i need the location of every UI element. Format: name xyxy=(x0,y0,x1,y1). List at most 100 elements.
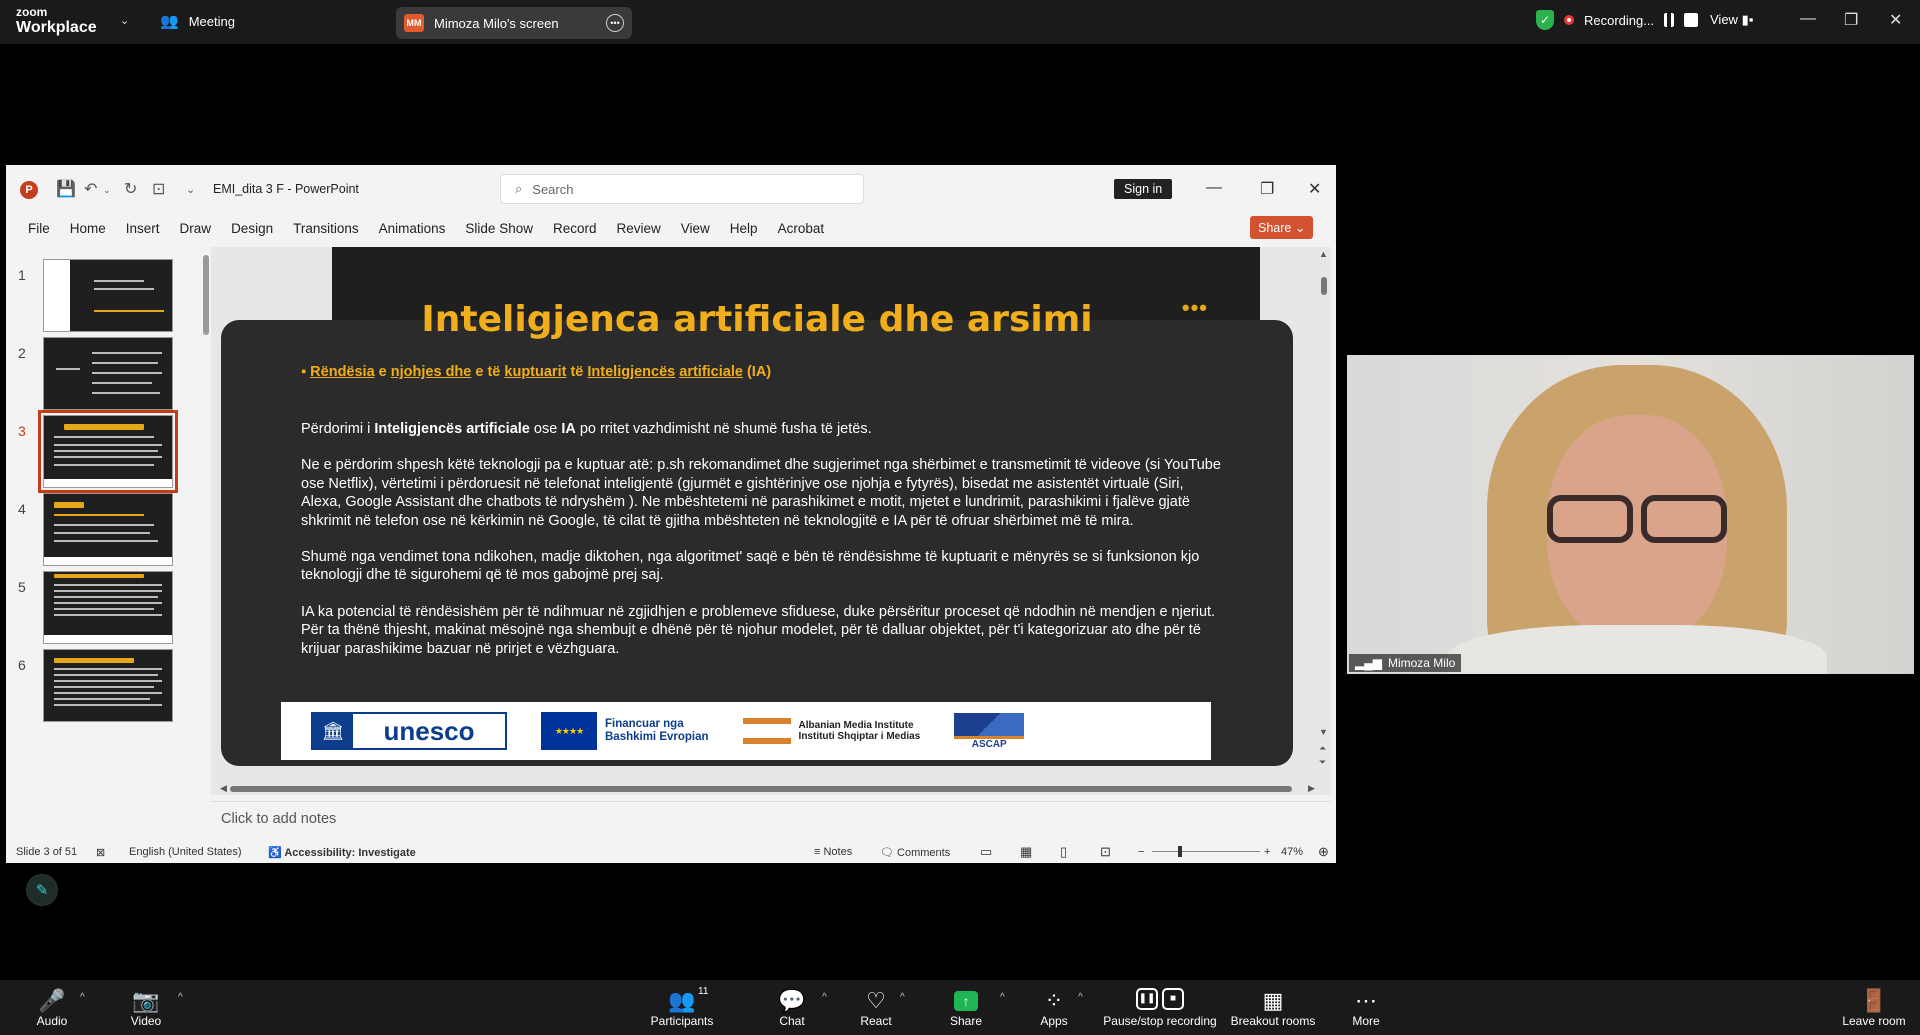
thumbnails-scrollbar[interactable] xyxy=(201,247,211,835)
thumbnail-slide-2[interactable]: 2 xyxy=(6,337,206,417)
thumbnail-line xyxy=(54,464,154,466)
scroll-down-icon[interactable]: ▼ xyxy=(1319,727,1328,737)
leave-room-button[interactable]: 🚪 Leave room xyxy=(1838,988,1910,1028)
chat-button[interactable]: 💬 Chat xyxy=(774,988,810,1028)
tab-animations[interactable]: Animations xyxy=(379,221,446,236)
shield-icon[interactable]: ✓ xyxy=(1536,10,1554,30)
share-caret-icon[interactable]: ^ xyxy=(1000,992,1005,1003)
accessibility-status[interactable]: ♿ Accessibility: Investigate xyxy=(268,846,416,859)
tab-view[interactable]: View xyxy=(681,221,710,236)
slide-editor[interactable]: ••• Inteligjenca artificiale dhe arsimi … xyxy=(211,247,1331,795)
shared-screen-pill[interactable]: MM Mimoza Milo's screen ••• xyxy=(396,7,632,39)
stop-recording-icon[interactable] xyxy=(1684,13,1699,27)
more-options-icon[interactable]: ••• xyxy=(606,14,624,32)
thumbnail-slide-1[interactable]: 1 xyxy=(6,259,206,339)
search-input[interactable]: ⌕ Search xyxy=(500,174,864,204)
save-icon[interactable]: 💾 xyxy=(56,179,76,199)
comments-button[interactable]: 🗨 Comments xyxy=(880,846,950,859)
slide-body-text[interactable]: Përdorimi i Inteligjencës artificiale os… xyxy=(301,420,1221,676)
tab-acrobat[interactable]: Acrobat xyxy=(778,221,825,236)
zoom-in-icon[interactable]: + xyxy=(1264,846,1270,858)
thumbnail-line xyxy=(54,686,154,688)
chevron-down-icon[interactable]: ⌄ xyxy=(120,14,129,27)
tab-insert[interactable]: Insert xyxy=(126,221,160,236)
slide-horizontal-scrollbar[interactable]: ◀ ▶ xyxy=(220,783,1316,795)
undo-dropdown-icon[interactable]: ⌄ xyxy=(103,185,111,196)
zoom-level[interactable]: 47% xyxy=(1281,846,1303,858)
previous-slide-icon[interactable]: ⏶ xyxy=(1319,743,1326,754)
share-screen-button[interactable]: ↑ Share xyxy=(948,988,984,1028)
tab-record[interactable]: Record xyxy=(553,221,597,236)
notes-button[interactable]: ≡ Notes xyxy=(814,846,852,858)
tab-slide-show[interactable]: Slide Show xyxy=(465,221,533,236)
slide-sorter-icon[interactable]: ▦ xyxy=(1020,844,1032,860)
ppt-close-icon[interactable]: ✕ xyxy=(1308,179,1321,199)
breakout-rooms-button[interactable]: ▦ Breakout rooms xyxy=(1230,988,1316,1028)
chat-caret-icon[interactable]: ^ xyxy=(822,992,827,1003)
bullet-word: e të xyxy=(471,364,505,380)
tab-draw[interactable]: Draw xyxy=(180,221,212,236)
participants-button[interactable]: 👥 11 Participants xyxy=(646,986,718,1028)
ppt-restore-icon[interactable]: ❐ xyxy=(1260,179,1274,199)
undo-icon[interactable]: ↶ xyxy=(84,179,97,199)
apps-button[interactable]: ⁘ Apps xyxy=(1036,988,1072,1028)
sign-in-button[interactable]: Sign in xyxy=(1114,179,1173,199)
tab-home[interactable]: Home xyxy=(70,221,106,236)
reading-view-icon[interactable]: ▯ xyxy=(1060,844,1067,860)
meeting-button[interactable]: 👥 Meeting xyxy=(160,12,235,30)
scrollbar-thumb[interactable] xyxy=(203,255,209,335)
scroll-up-icon[interactable]: ▲ xyxy=(1319,249,1328,259)
scrollbar-thumb[interactable] xyxy=(230,786,1292,792)
scroll-left-icon[interactable]: ◀ xyxy=(220,783,227,794)
thumbnail-slide-5[interactable]: 5 xyxy=(6,571,206,651)
apps-caret-icon[interactable]: ^ xyxy=(1078,992,1083,1003)
comment-icon: 🗨 xyxy=(880,847,898,859)
restore-icon[interactable]: ❐ xyxy=(1844,10,1858,30)
share-button[interactable]: Share ⌄ xyxy=(1250,216,1314,239)
language-status[interactable]: English (United States) xyxy=(129,846,242,858)
tab-design[interactable]: Design xyxy=(231,221,273,236)
thumbnail-slide-6[interactable]: 6 xyxy=(6,649,206,729)
zoom-out-icon[interactable]: − xyxy=(1138,846,1144,858)
audio-button[interactable]: 🎤 Audio xyxy=(34,988,70,1028)
customize-toolbar-icon[interactable]: ⌄ xyxy=(186,183,195,196)
tab-help[interactable]: Help xyxy=(730,221,758,236)
tab-file[interactable]: File xyxy=(28,221,50,236)
video-caret-icon[interactable]: ^ xyxy=(178,992,183,1003)
zoom-slider-handle[interactable] xyxy=(1178,846,1182,857)
redo-icon[interactable]: ↻ xyxy=(124,179,137,199)
notes-pane[interactable]: Click to add notes xyxy=(211,801,1331,833)
minimize-icon[interactable]: — xyxy=(1800,10,1816,28)
normal-view-icon[interactable]: ▭ xyxy=(980,844,992,860)
scroll-right-icon[interactable]: ▶ xyxy=(1308,783,1315,794)
react-button[interactable]: ♡ React xyxy=(858,988,894,1028)
fit-to-window-icon[interactable]: ⊕ xyxy=(1318,844,1329,860)
thumbnail-line xyxy=(54,450,158,452)
slide-bullet[interactable]: ▪ Rëndësia e njohjes dhe e të kuptuarit … xyxy=(301,364,771,380)
spellcheck-icon[interactable]: ⊠ xyxy=(96,846,105,859)
ppt-minimize-icon[interactable]: — xyxy=(1206,179,1222,197)
video-button[interactable]: 📷 Video xyxy=(128,988,164,1028)
participant-video-tile[interactable]: ▂▄▆ Mimoza Milo xyxy=(1347,355,1914,674)
present-icon[interactable]: ⊡ xyxy=(152,179,165,199)
pause-recording-icon[interactable] xyxy=(1664,13,1675,27)
slideshow-icon[interactable]: ⊡ xyxy=(1100,844,1111,860)
pause-stop-recording-button[interactable]: ❚❚ ■ Pause/stop recording xyxy=(1100,988,1220,1028)
thumbnail-slide-3[interactable]: 3 xyxy=(6,410,206,495)
more-button[interactable]: ⋯ More xyxy=(1348,988,1384,1028)
zoom-slider[interactable] xyxy=(1152,851,1260,852)
next-slide-icon[interactable]: ⏷ xyxy=(1319,757,1326,768)
audio-caret-icon[interactable]: ^ xyxy=(80,992,85,1003)
annotate-pencil-icon[interactable]: ✎ xyxy=(26,874,58,906)
presenter-avatar: MM xyxy=(404,14,424,32)
close-icon[interactable]: ✕ xyxy=(1889,10,1902,30)
tab-review[interactable]: Review xyxy=(617,221,661,236)
slide-title[interactable]: Inteligjenca artificiale dhe arsimi xyxy=(221,299,1293,340)
scrollbar-thumb[interactable] xyxy=(1321,277,1327,295)
participants-count: 11 xyxy=(698,986,709,997)
tab-transitions[interactable]: Transitions xyxy=(293,221,359,236)
slide-vertical-scrollbar[interactable]: ▲ ▼ ⏶ ⏷ xyxy=(1318,247,1332,795)
thumbnail-slide-4[interactable]: 4 xyxy=(6,493,206,573)
view-button[interactable]: View ▮▪ xyxy=(1710,12,1753,28)
react-caret-icon[interactable]: ^ xyxy=(900,992,905,1003)
